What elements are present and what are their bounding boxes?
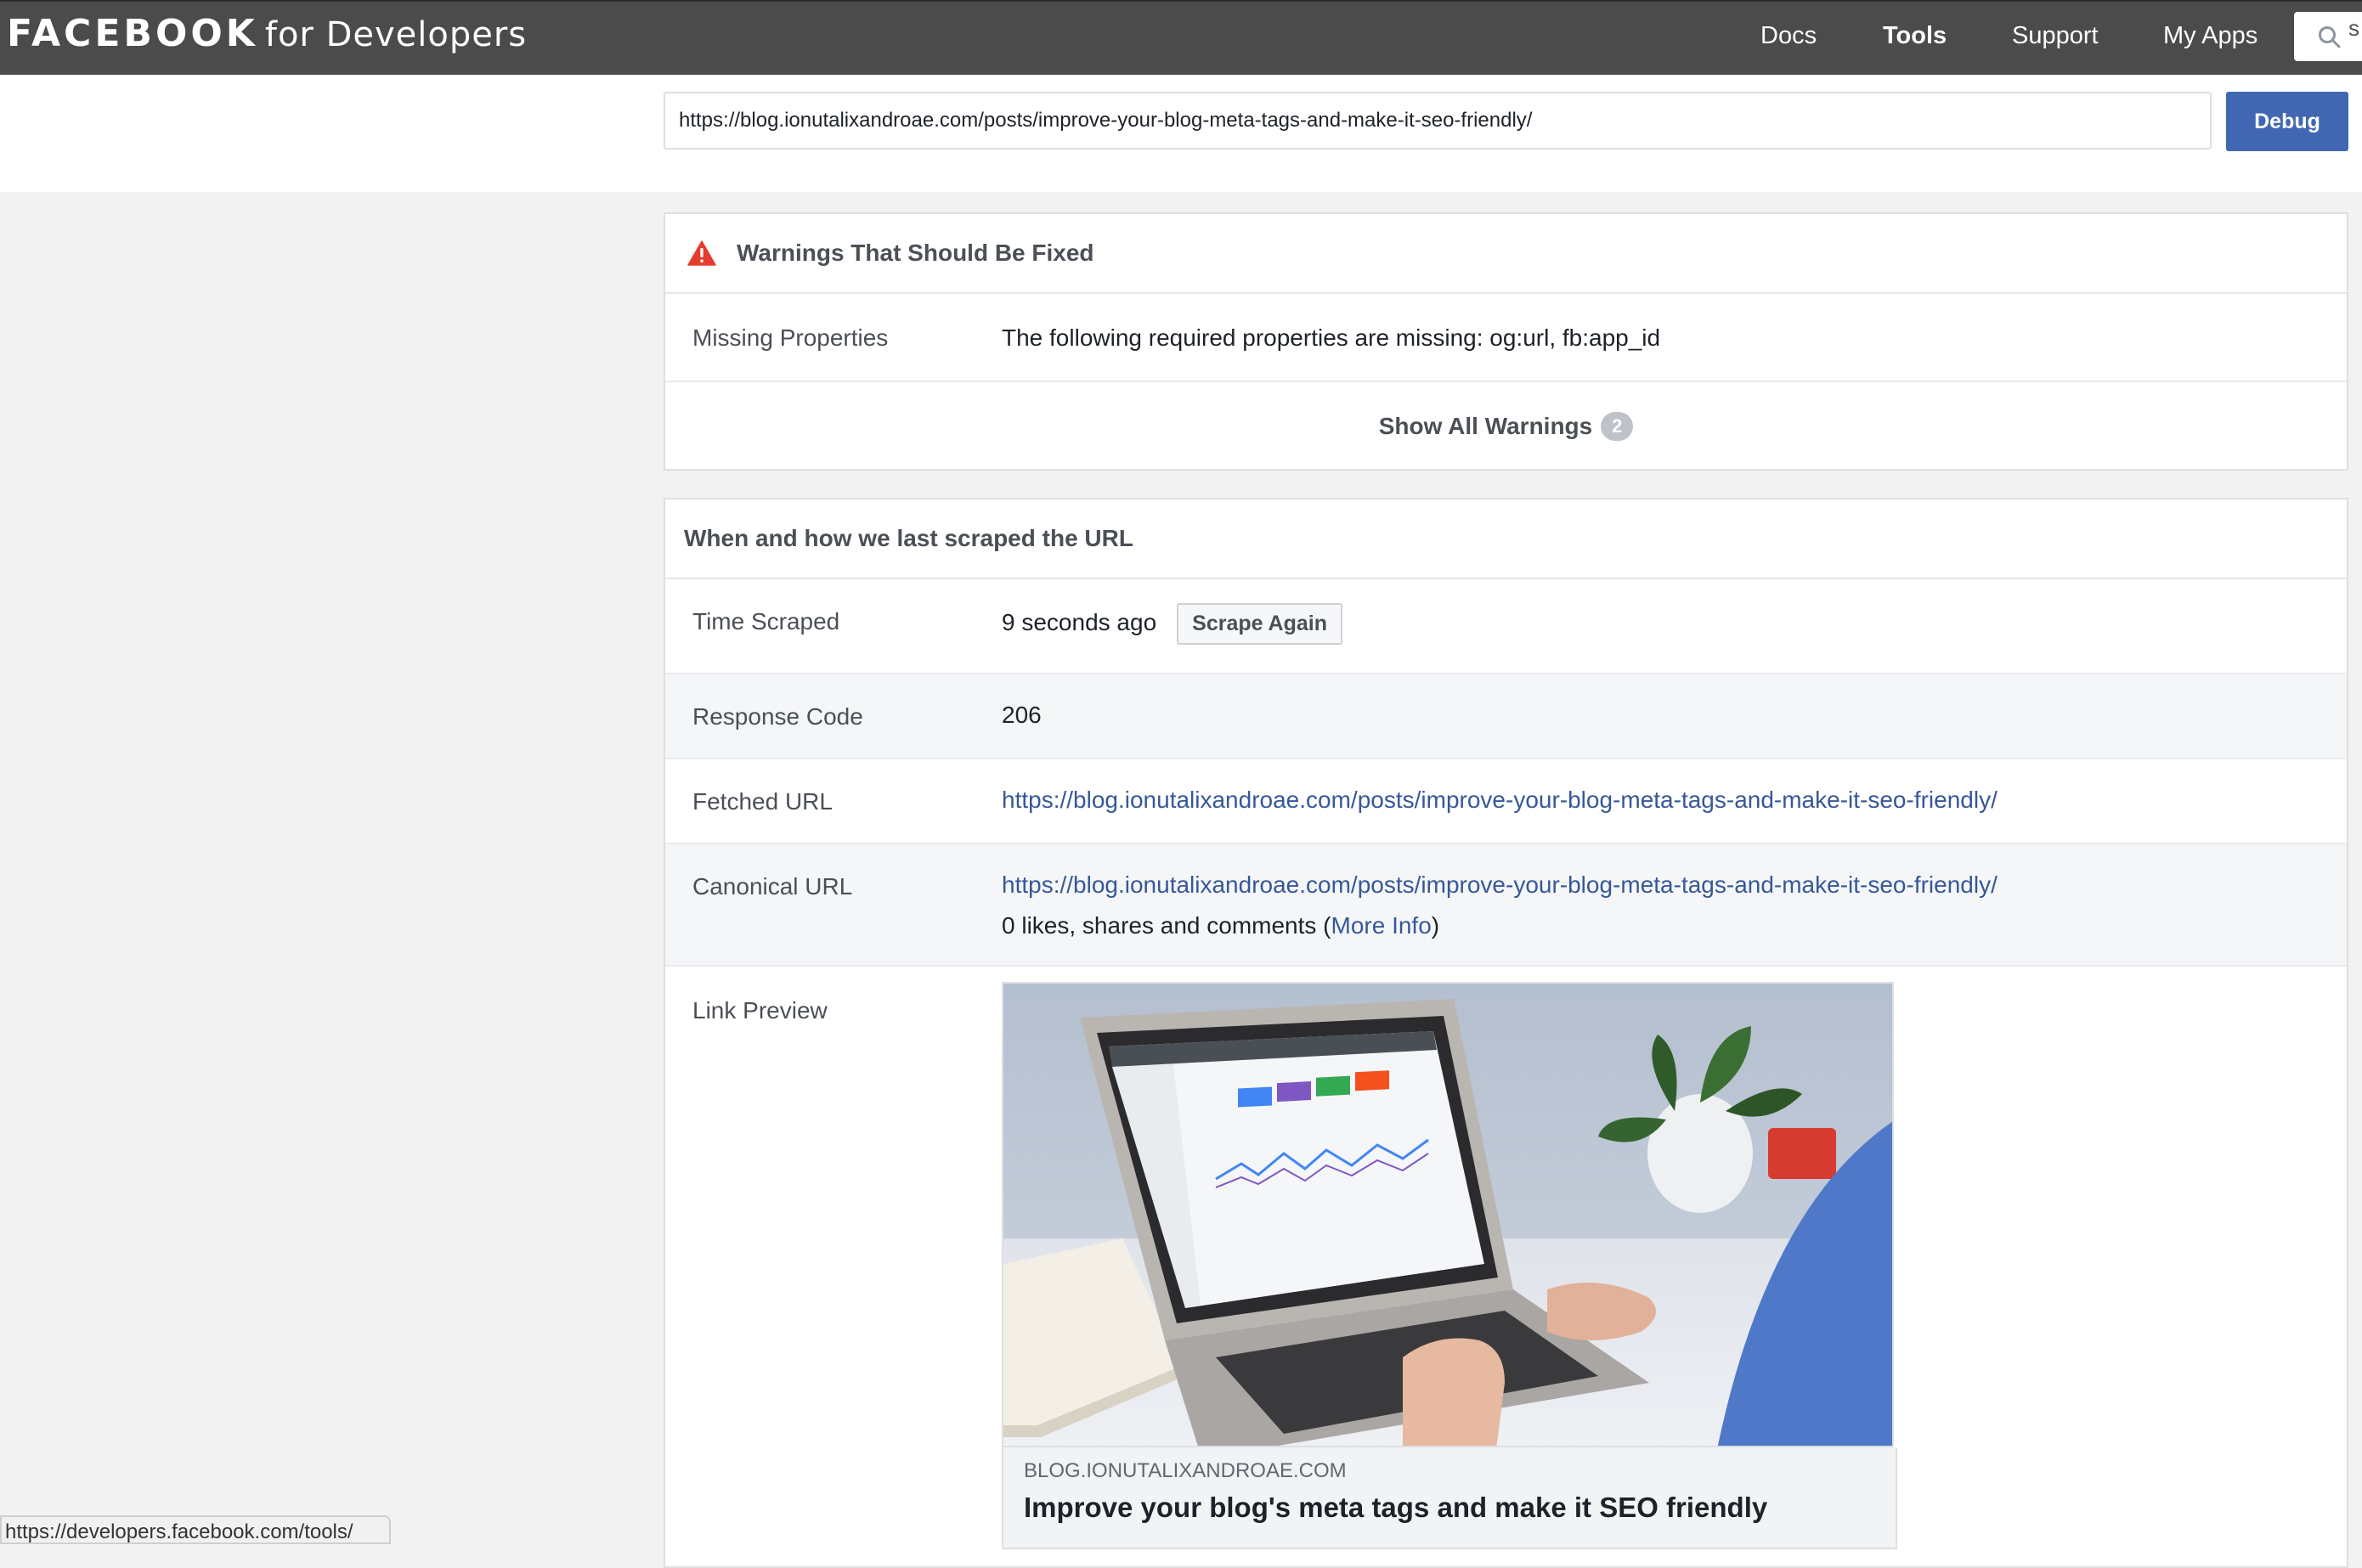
- warnings-count-badge: 2: [1601, 412, 1634, 441]
- link-preview-label: Link Preview: [692, 997, 828, 1024]
- missing-properties-value: The following required properties are mi…: [1002, 324, 1661, 351]
- link-preview-image[interactable]: [1002, 982, 1894, 1447]
- engagement-close-paren: ): [1431, 912, 1440, 939]
- canonical-url-row: Canonical URL https://blog.ionutalixandr…: [665, 844, 2347, 967]
- nav-my-apps[interactable]: My Apps: [2163, 22, 2257, 50]
- scrape-info-header: When and how we last scraped the URL: [665, 499, 2347, 579]
- warning-triangle-icon: [687, 240, 716, 266]
- response-code-value: 206: [1002, 702, 1042, 728]
- scrape-info-panel: When and how we last scraped the URL Tim…: [664, 498, 2348, 1568]
- link-preview-domain: BLOG.IONUTALIXANDROAE.COM: [1024, 1459, 1347, 1482]
- scrape-info-title: When and how we last scraped the URL: [684, 525, 1133, 551]
- time-scraped-row: Time Scraped 9 seconds ago Scrape Again: [665, 579, 2347, 674]
- missing-properties-row: Missing Properties The following require…: [665, 294, 2347, 382]
- time-scraped-label: Time Scraped: [692, 608, 840, 635]
- scrape-again-button[interactable]: Scrape Again: [1177, 603, 1342, 645]
- fetched-url-row: Fetched URL https://blog.ionutalixandroa…: [665, 759, 2347, 844]
- top-navigation-bar: FACEBOOK for Developers Docs Tools Suppor…: [0, 0, 2362, 75]
- link-preview-title: Improve your blog's meta tags and make i…: [1024, 1492, 1768, 1523]
- link-preview-row: Link Preview BLOG.IONUTALIXANDROAE.COM I…: [665, 967, 2347, 1568]
- time-scraped-value: 9 seconds ago: [1002, 608, 1157, 635]
- warnings-panel: Warnings That Should Be Fixed Missing Pr…: [664, 212, 2348, 471]
- logo-facebook-text: FACEBOOK: [7, 12, 258, 55]
- debug-url-input[interactable]: [664, 92, 2212, 149]
- canonical-url-link[interactable]: https://blog.ionutalixandroae.com/posts/…: [1002, 871, 1998, 899]
- laptop-photo-illustration: [1003, 984, 1892, 1446]
- engagement-summary: 0 likes, shares and comments (More Info): [1002, 912, 1439, 939]
- browser-status-bar: https://developers.facebook.com/tools/: [0, 1515, 391, 1544]
- fetched-url-link[interactable]: https://blog.ionutalixandroae.com/posts/…: [1002, 787, 1998, 814]
- facebook-for-developers-logo[interactable]: FACEBOOK for Developers: [7, 12, 527, 55]
- show-all-warnings-button[interactable]: Show All Warnings 2: [665, 382, 2347, 471]
- nav-support[interactable]: Support: [2012, 22, 2099, 50]
- nav-docs[interactable]: Docs: [1760, 22, 1817, 50]
- warnings-header: Warnings That Should Be Fixed: [665, 214, 2347, 294]
- search-icon: [2319, 26, 2341, 48]
- more-info-link[interactable]: More Info: [1331, 912, 1432, 939]
- canonical-url-label: Canonical URL: [692, 873, 853, 900]
- time-scraped-value-group: 9 seconds ago Scrape Again: [1002, 603, 1342, 645]
- fetched-url-label: Fetched URL: [692, 788, 833, 815]
- nav-tools[interactable]: Tools: [1883, 22, 1947, 50]
- warnings-title: Warnings That Should Be Fixed: [737, 240, 1094, 266]
- show-all-warnings-label: Show All Warnings: [1378, 413, 1593, 439]
- debug-button[interactable]: Debug: [2226, 92, 2348, 151]
- search-placeholder-peek: s: [2348, 15, 2359, 41]
- link-preview-card[interactable]: BLOG.IONUTALIXANDROAE.COM Improve your b…: [1002, 1447, 1897, 1549]
- response-code-label: Response Code: [692, 703, 863, 730]
- response-code-row: Response Code 206: [665, 674, 2347, 759]
- logo-developers-text: for Developers: [264, 15, 528, 54]
- engagement-text: 0 likes, shares and comments (: [1002, 912, 1331, 939]
- missing-properties-label: Missing Properties: [692, 324, 889, 351]
